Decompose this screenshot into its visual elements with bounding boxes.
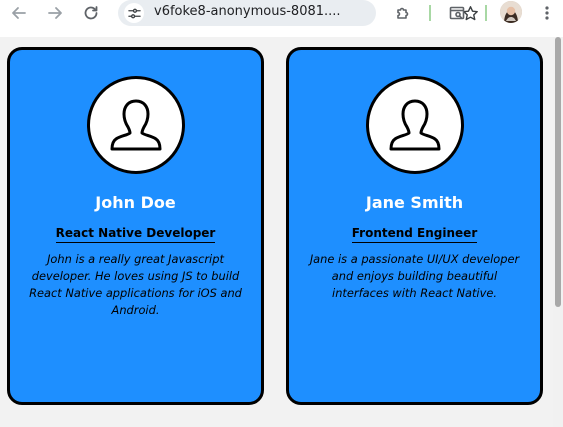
address-bar[interactable]: v6foke8-anonymous-8081.... xyxy=(118,0,478,26)
profile-card: Jane Smith Frontend Engineer Jane is a p… xyxy=(286,47,543,405)
scrollbar-thumb[interactable] xyxy=(555,37,561,307)
card-name: Jane Smith xyxy=(365,193,464,212)
side-panel-search-icon[interactable] xyxy=(446,2,468,24)
reload-icon[interactable] xyxy=(80,2,102,24)
toolbar-divider xyxy=(429,5,431,21)
kebab-menu-icon[interactable] xyxy=(536,2,558,24)
page-viewport: John Doe React Native Developer John is … xyxy=(0,37,553,427)
profile-avatar[interactable] xyxy=(500,1,522,23)
extensions-puzzle-icon[interactable] xyxy=(392,2,414,24)
vertical-scrollbar[interactable] xyxy=(553,37,563,427)
card-bio: John is a really great Javascript develo… xyxy=(29,252,242,317)
forward-icon[interactable] xyxy=(44,2,66,24)
user-avatar-icon xyxy=(366,76,464,174)
profile-card: John Doe React Native Developer John is … xyxy=(7,47,264,405)
browser-toolbar: v6foke8-anonymous-8081.... xyxy=(0,0,563,26)
card-role-wrapper: Frontend Engineer xyxy=(289,222,540,243)
card-bio: Jane is a passionate UI/UX developer and… xyxy=(309,252,520,300)
url-text[interactable]: v6foke8-anonymous-8081.... xyxy=(154,4,341,19)
card-role: React Native Developer xyxy=(55,226,216,243)
card-role: Frontend Engineer xyxy=(351,226,478,243)
card-role-wrapper: React Native Developer xyxy=(10,222,261,243)
user-avatar-icon xyxy=(87,76,185,174)
toolbar-divider xyxy=(485,5,487,21)
card-name: John Doe xyxy=(95,193,176,212)
back-icon[interactable] xyxy=(8,2,30,24)
site-info-icon[interactable] xyxy=(124,3,144,23)
